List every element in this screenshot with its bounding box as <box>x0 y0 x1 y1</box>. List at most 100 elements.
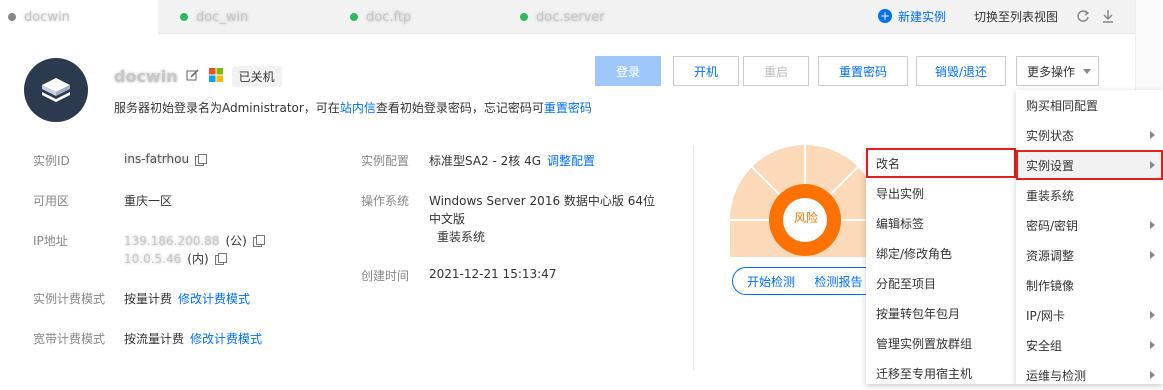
restart-button[interactable]: 重启 <box>743 56 809 86</box>
instance-id-value: ins-fatrhou <box>124 152 208 166</box>
login-button[interactable]: 登录 <box>595 56 661 86</box>
reinstall-system-link[interactable]: 重装系统 <box>437 228 485 245</box>
tab-doc-server[interactable]: doc.server <box>520 0 605 34</box>
chevron-right-icon <box>1150 251 1155 259</box>
copy-icon[interactable] <box>214 253 227 265</box>
menu-item-resource-adjust[interactable]: 资源调整 <box>1016 240 1163 270</box>
menu-item-instance-state[interactable]: 实例状态 <box>1016 120 1163 150</box>
more-actions-button[interactable]: 更多操作 <box>1016 56 1099 86</box>
created-time-label: 创建时间 <box>361 269 410 283</box>
tab-label: docwin <box>24 9 70 25</box>
status-dot-icon <box>350 13 358 21</box>
menu-item-edit-tags[interactable]: 编辑标签 <box>866 208 1016 238</box>
login-notice: 服务器初始登录名为Administrator，可在站内信查看初始登录密码，忘记密… <box>114 99 592 116</box>
start-button[interactable]: 开机 <box>673 56 739 86</box>
instance-title-row: docwin 已关机 <box>114 66 282 87</box>
status-dot-icon <box>180 13 188 21</box>
chevron-right-icon <box>1150 371 1155 379</box>
chevron-right-icon <box>1150 311 1155 319</box>
menu-item-buy-same[interactable]: 购买相同配置 <box>1016 90 1163 120</box>
server-avatar <box>24 58 88 122</box>
status-dot-icon <box>520 13 528 21</box>
chevron-right-icon <box>1150 131 1155 139</box>
menu-label: 实例设置 <box>1026 158 1075 173</box>
menu-label: 实例状态 <box>1026 128 1075 143</box>
tab-label: doc_win <box>196 9 249 25</box>
config-label: 实例配置 <box>361 154 410 168</box>
public-ip: 139.186.200.88 (公) <box>124 232 265 249</box>
menu-item-rename[interactable]: 改名 <box>866 148 1016 178</box>
menu-item-bind-role[interactable]: 绑定/修改角色 <box>866 238 1016 268</box>
instance-tabs: docwin doc_win doc.ftp doc.server + 新建实例… <box>0 0 1135 34</box>
menu-item-export[interactable]: 导出实例 <box>866 178 1016 208</box>
plus-circle-icon: + <box>878 9 892 23</box>
menu-label: 重装系统 <box>1026 188 1075 203</box>
copy-icon[interactable] <box>195 153 208 166</box>
zone-label: 可用区 <box>33 194 70 208</box>
billing-text: 按量计费 <box>124 292 173 306</box>
menu-item-assign-project[interactable]: 分配至项目 <box>866 268 1016 298</box>
reset-password-button[interactable]: 重置密码 <box>818 56 908 86</box>
edit-icon[interactable] <box>186 68 200 85</box>
new-instance-label: 新建实例 <box>898 9 947 24</box>
chevron-down-icon <box>1083 68 1092 74</box>
menu-item-convert-billing[interactable]: 按量转包年包月 <box>866 298 1016 328</box>
instance-name: docwin <box>114 67 178 86</box>
menu-label: IP/网卡 <box>1026 308 1065 323</box>
bandwidth-billing-value: 按流量计费 修改计费模式 <box>124 330 262 347</box>
bandwidth-billing-text: 按流量计费 <box>124 332 185 346</box>
menu-item-create-image[interactable]: 制作镜像 <box>1016 270 1163 300</box>
private-ip-suffix: (内) <box>187 252 209 266</box>
private-ip-text: 10.0.5.46 <box>124 251 182 266</box>
chevron-right-icon <box>1150 161 1155 169</box>
instance-id-text: ins-fatrhou <box>124 152 190 166</box>
menu-label: 密码/密钥 <box>1026 218 1079 233</box>
status-badge: 已关机 <box>231 66 282 87</box>
new-instance-button[interactable]: + 新建实例 <box>878 6 946 26</box>
refresh-icon[interactable] <box>1076 6 1090 26</box>
start-check-button[interactable]: 开始检测 <box>732 267 810 295</box>
public-ip-text: 139.186.200.88 <box>124 233 220 248</box>
billing-label: 实例计费模式 <box>33 292 106 306</box>
more-actions-label: 更多操作 <box>1027 64 1076 79</box>
chevron-right-icon <box>1150 221 1155 229</box>
menu-item-security-group[interactable]: 安全组 <box>1016 330 1163 360</box>
site-message-link[interactable]: 站内信 <box>340 101 376 115</box>
tab-docwin[interactable]: docwin <box>0 0 158 34</box>
menu-label: 制作镜像 <box>1026 278 1075 293</box>
menu-item-placement-group[interactable]: 管理实例置放群组 <box>866 328 1016 358</box>
os-value-line1: Windows Server 2016 数据中心版 64位 <box>429 194 655 208</box>
check-report-button[interactable]: 检测报告 <box>809 267 869 295</box>
ip-label: IP地址 <box>33 234 68 248</box>
adjust-config-link[interactable]: 调整配置 <box>547 152 595 169</box>
destroy-button[interactable]: 销毁/退还 <box>916 56 1006 86</box>
menu-item-password-key[interactable]: 密码/密钥 <box>1016 210 1163 240</box>
menu-item-reinstall[interactable]: 重装系统 <box>1016 180 1163 210</box>
modify-bandwidth-billing-link[interactable]: 修改计费模式 <box>190 330 262 347</box>
tab-label: doc.ftp <box>366 9 412 25</box>
status-dot-icon <box>8 13 16 21</box>
copy-icon[interactable] <box>252 235 265 247</box>
public-ip-suffix: (公) <box>225 234 247 248</box>
menu-item-instance-settings[interactable]: 实例设置 <box>1016 150 1163 180</box>
notice-text: 服务器初始登录名为Administrator，可在 <box>114 101 340 115</box>
modify-billing-link[interactable]: 修改计费模式 <box>178 290 250 307</box>
menu-label: 运维与检测 <box>1026 368 1087 383</box>
billing-value: 按量计费 修改计费模式 <box>124 290 250 307</box>
risk-gauge: 风险 <box>730 145 880 257</box>
os-label: 操作系统 <box>361 194 410 208</box>
tab-doc-ftp[interactable]: doc.ftp <box>350 0 411 34</box>
created-time-value: 2021-12-21 15:13:47 <box>429 267 557 281</box>
bandwidth-billing-label: 宽带计费模式 <box>33 332 106 346</box>
reset-password-link[interactable]: 重置密码 <box>544 101 592 115</box>
download-icon[interactable] <box>1101 6 1115 26</box>
switch-list-view-button[interactable]: 切换至列表视图 <box>974 6 1058 26</box>
menu-label: 资源调整 <box>1026 248 1075 263</box>
menu-item-ops-check[interactable]: 运维与检测 <box>1016 360 1163 390</box>
divider <box>693 145 694 370</box>
instance-settings-submenu: 改名 导出实例 编辑标签 绑定/修改角色 分配至项目 按量转包年包月 管理实例置… <box>866 148 1016 384</box>
tab-doc-win[interactable]: doc_win <box>180 0 248 34</box>
instance-id-label: 实例ID <box>33 154 70 168</box>
menu-item-ip-nic[interactable]: IP/网卡 <box>1016 300 1163 330</box>
tab-label: doc.server <box>536 9 605 25</box>
